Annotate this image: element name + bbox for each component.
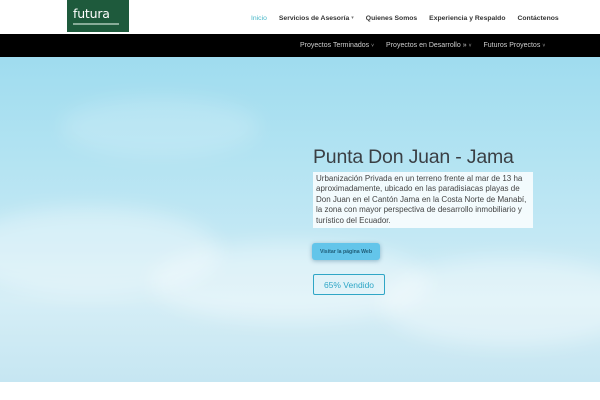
site-logo[interactable]: futura [67,0,129,32]
subnav-item-label: Proyectos en Desarrollo » [386,42,467,49]
projects-subnav-bar: Proyectos Terminados ˅ Proyectos en Desa… [0,34,600,57]
nav-item-label: Quienes Somos [365,14,418,22]
project-description: Urbanización Privada en un terreno frent… [316,174,527,225]
logo-text: futura [73,6,110,21]
subnav-item-terminados[interactable]: Proyectos Terminados ˅ [300,42,374,49]
nav-item-label: Contáctenos [517,14,559,22]
nav-item-servicios[interactable]: Servicios de Asesoría ▾ [279,15,354,22]
chevron-down-icon: ˅ [371,42,375,49]
subnav-item-en-desarrollo[interactable]: Proyectos en Desarrollo » ˅ [386,42,471,49]
main-nav: Inicio Servicios de Asesoría ▾ Quienes S… [251,12,559,24]
nav-item-contactenos[interactable]: Contáctenos [517,15,558,22]
subnav-item-futuros[interactable]: Futuros Proyectos ˅ [484,42,546,49]
nav-item-label: Inicio [251,14,267,22]
visit-website-button[interactable]: Visitar la página Web [312,243,380,260]
subnav-item-label: Futuros Proyectos [483,42,541,49]
header-bar: futura Inicio Servicios de Asesoría ▾ Qu… [0,0,600,34]
nav-item-quienes-somos[interactable]: Quienes Somos [366,15,417,22]
projects-subnav: Proyectos Terminados ˅ Proyectos en Desa… [300,34,545,57]
project-title: Punta Don Juan - Jama [313,146,514,168]
chevron-down-icon: ˅ [468,42,472,49]
nav-item-inicio[interactable]: Inicio [251,15,267,22]
logo-tagline-bar [73,23,119,25]
sold-percentage-badge: 65% Vendido [313,274,385,295]
subnav-item-label: Proyectos Terminados [300,42,370,49]
chevron-down-icon: ˅ [542,42,546,49]
chevron-down-icon: ▾ [351,15,354,21]
footer-strip [0,382,600,400]
nav-item-experiencia[interactable]: Experiencia y Respaldo [429,15,505,22]
nav-item-label: Experiencia y Respaldo [429,14,506,22]
nav-item-label: Servicios de Asesoría [278,14,350,22]
